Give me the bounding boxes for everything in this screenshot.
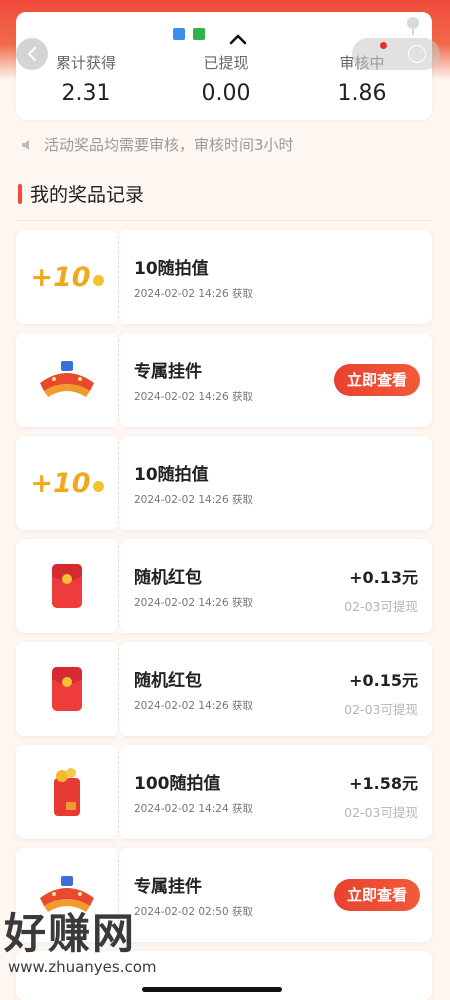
tree-icon — [407, 17, 419, 35]
view-now-button[interactable]: 立即查看 — [334, 364, 420, 396]
view-now-button[interactable]: 立即查看 — [334, 879, 420, 911]
plus10-text: +10 — [30, 467, 91, 499]
mini-program-capsule[interactable] — [352, 38, 440, 70]
prize-thumb-redpacket — [16, 642, 118, 736]
red-packet-icon — [52, 667, 82, 711]
notice-text: 活动奖品均需要审核，审核时间3小时 — [44, 136, 294, 154]
coin-packet-icon — [54, 768, 80, 816]
prize-name: 专属挂件 — [134, 877, 202, 897]
prize-record[interactable]: +10 10随拍值 2024-02-02 14:26 获取 — [16, 226, 432, 328]
section-title-text: 我的奖品记录 — [30, 184, 145, 206]
speaker-icon — [22, 139, 29, 150]
prize-thumb-pendant — [16, 333, 118, 427]
prize-time: 2024-02-02 14:26 获取 — [134, 288, 253, 300]
app-badge-icon — [173, 28, 185, 40]
stat-withdrawn: 已提现 0.00 — [156, 52, 296, 106]
watermark: 好赚网 www.zhuanyes.com — [4, 909, 157, 977]
prize-thumb-plus10: +10 — [16, 436, 118, 530]
coin-icon — [92, 480, 104, 492]
section-title: 我的奖品记录 — [18, 180, 144, 207]
close-circle-icon[interactable] — [408, 45, 426, 63]
watermark-url: www.zhuanyes.com — [8, 958, 157, 976]
prize-name: 随机红包 — [134, 671, 202, 691]
prize-name: 100随拍值 — [134, 774, 221, 794]
prize-record[interactable]: 100随拍值 2024-02-02 14:24 获取 +1.58元 02-03可… — [16, 741, 432, 843]
app-badge-icon — [193, 28, 205, 40]
prize-time: 2024-02-02 14:26 获取 — [134, 494, 253, 506]
prize-thumb-plus10: +10 — [16, 230, 118, 324]
status-mini-icons — [173, 28, 205, 40]
divider — [16, 220, 432, 221]
review-notice: 活动奖品均需要审核，审核时间3小时 — [20, 134, 294, 155]
prize-name: 10随拍值 — [134, 465, 209, 485]
stat-label: 已提现 — [203, 54, 249, 72]
prize-name: 随机红包 — [134, 568, 202, 588]
plus10-badge: +10 — [30, 467, 104, 499]
red-packet-icon — [52, 564, 82, 608]
prize-record[interactable]: +10 10随拍值 2024-02-02 14:26 获取 — [16, 432, 432, 534]
prize-amount: +1.58元 — [349, 774, 418, 793]
prize-time: 2024-02-02 14:24 获取 — [134, 803, 253, 815]
section-bar — [18, 183, 22, 204]
withdraw-date: 02-03可提现 — [344, 599, 418, 614]
stat-value: 1.86 — [337, 81, 387, 106]
more-dot-icon[interactable] — [380, 42, 387, 49]
back-button[interactable] — [16, 38, 48, 70]
prize-thumb-coinpacket — [16, 745, 118, 839]
prize-time: 2024-02-02 14:26 获取 — [134, 391, 253, 403]
prize-record[interactable]: 随机红包 2024-02-02 14:26 获取 +0.13元 02-03可提现 — [16, 535, 432, 637]
pendant-icon — [40, 361, 94, 397]
prize-record[interactable]: 随机红包 2024-02-02 14:26 获取 +0.15元 02-03可提现 — [16, 638, 432, 740]
stat-value: 0.00 — [201, 81, 251, 106]
prize-name: 专属挂件 — [134, 362, 202, 382]
caret-up-icon[interactable] — [228, 32, 248, 46]
coin-icon — [92, 274, 104, 286]
watermark-text: 好赚网 — [4, 909, 137, 958]
plus10-text: +10 — [30, 261, 91, 293]
prize-record[interactable]: 专属挂件 2024-02-02 14:26 获取 立即查看 — [16, 329, 432, 431]
prize-time: 2024-02-02 14:26 获取 — [134, 700, 253, 712]
prize-name: 10随拍值 — [134, 259, 209, 279]
withdraw-date: 02-03可提现 — [344, 805, 418, 820]
plus10-badge: +10 — [30, 261, 104, 293]
prize-amount: +0.15元 — [349, 671, 418, 690]
home-indicator[interactable] — [142, 987, 282, 992]
back-arrow-icon — [27, 47, 36, 61]
prize-thumb-redpacket — [16, 539, 118, 633]
prize-time: 2024-02-02 14:26 获取 — [134, 597, 253, 609]
stat-value: 2.31 — [61, 81, 111, 106]
prize-amount: +0.13元 — [349, 568, 418, 587]
withdraw-date: 02-03可提现 — [344, 702, 418, 717]
